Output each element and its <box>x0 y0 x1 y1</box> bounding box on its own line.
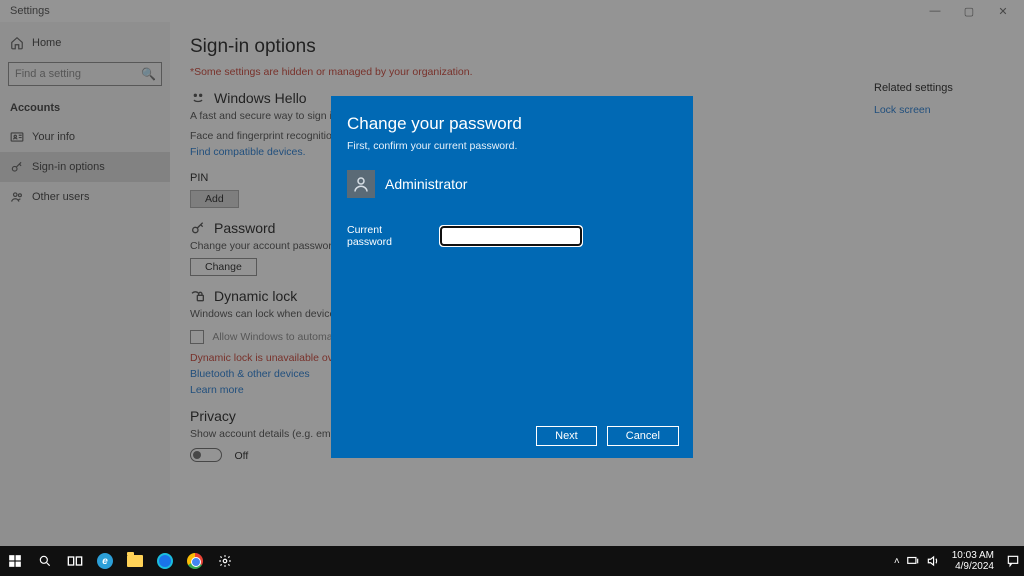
dialog-title: Change your password <box>347 114 677 134</box>
cancel-button[interactable]: Cancel <box>607 426 679 446</box>
ie-icon: e <box>97 553 113 569</box>
current-password-row: Current password <box>347 224 677 248</box>
taskbar-chrome[interactable] <box>180 546 210 576</box>
dialog-user-row: Administrator <box>347 170 677 198</box>
action-center-icon[interactable] <box>1006 554 1020 568</box>
network-icon[interactable] <box>906 554 920 568</box>
dialog-subtitle: First, confirm your current password. <box>347 140 677 152</box>
current-password-input[interactable] <box>441 227 581 245</box>
avatar-icon <box>347 170 375 198</box>
dialog-user-name: Administrator <box>385 176 467 192</box>
current-password-label: Current password <box>347 224 427 248</box>
taskbar-settings[interactable] <box>210 546 240 576</box>
taskbar: e ˄ 10:03 AM 4/9/2024 <box>0 546 1024 576</box>
taskbar-clock[interactable]: 10:03 AM 4/9/2024 <box>946 550 1000 572</box>
chrome-icon <box>187 553 203 569</box>
clock-date: 4/9/2024 <box>952 561 994 572</box>
taskbar-edge[interactable] <box>150 546 180 576</box>
system-tray[interactable]: ˄ 10:03 AM 4/9/2024 <box>894 550 1024 572</box>
folder-icon <box>127 555 143 567</box>
clock-time: 10:03 AM <box>952 550 994 561</box>
taskbar-explorer[interactable] <box>120 546 150 576</box>
task-view-button[interactable] <box>60 546 90 576</box>
tray-chevron-icon[interactable]: ˄ <box>894 556 900 567</box>
edge-icon <box>157 553 173 569</box>
next-button[interactable]: Next <box>536 426 597 446</box>
taskbar-search-button[interactable] <box>30 546 60 576</box>
taskbar-ie[interactable]: e <box>90 546 120 576</box>
start-button[interactable] <box>0 546 30 576</box>
volume-icon[interactable] <box>926 554 940 568</box>
change-password-dialog: Change your password First, confirm your… <box>331 96 693 458</box>
